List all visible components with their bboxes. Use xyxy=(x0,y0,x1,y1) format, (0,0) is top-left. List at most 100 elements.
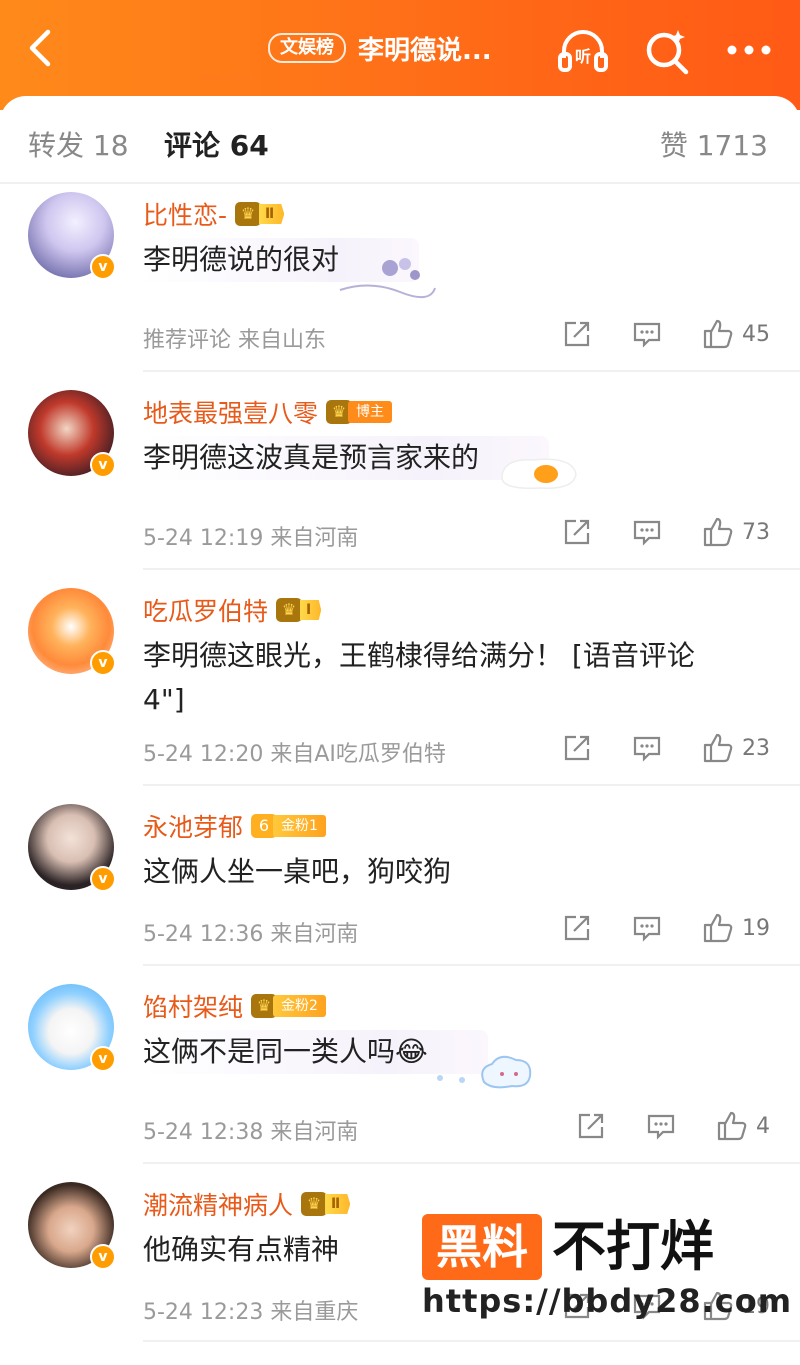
like-button[interactable]: 19 xyxy=(702,912,770,944)
top-bar: 文娱榜 李明德说... 听 xyxy=(0,0,800,110)
tab-comments[interactable]: 评论 64 xyxy=(164,124,269,164)
share-icon[interactable] xyxy=(562,517,592,547)
reply-comment-icon[interactable] xyxy=(632,517,662,547)
tab-repost[interactable]: 转发 18 xyxy=(28,124,129,164)
comment-divider xyxy=(143,1162,800,1164)
comment-meta: 5-24 12:23 来自重庆 xyxy=(143,1300,359,1325)
verified-badge-icon: v xyxy=(90,650,116,676)
like-count: 19 xyxy=(742,915,770,941)
crown-icon: ♛ xyxy=(235,202,262,226)
reply-comment-icon[interactable] xyxy=(632,733,662,763)
more-options-icon[interactable] xyxy=(722,24,776,78)
fried-egg-sticker-icon xyxy=(501,458,577,489)
comment-text: 李明德这波真是预言家来的 xyxy=(143,436,550,480)
comment-meta: 5-24 12:36 来自河南 xyxy=(143,922,359,947)
comment-divider xyxy=(143,370,800,372)
topic-tag: 文娱榜 xyxy=(268,33,346,63)
thumbs-up-icon xyxy=(703,517,733,547)
flower-sticker-icon xyxy=(339,258,436,299)
active-tab-indicator xyxy=(200,74,252,80)
tab-likes[interactable]: 赞 1713 xyxy=(660,124,768,164)
comment-actions: 19 xyxy=(562,912,770,944)
like-count: 23 xyxy=(742,735,770,761)
share-icon[interactable] xyxy=(576,1111,606,1141)
listen-headphones-icon[interactable]: 听 xyxy=(556,24,610,78)
fan-level-label: 金粉1 xyxy=(273,815,326,837)
vip-badge: ♛ Ⅱ xyxy=(301,1191,351,1217)
thumbs-up-icon xyxy=(703,733,733,763)
back-arrow-icon[interactable] xyxy=(22,26,62,70)
comment-meta: 5-24 12:19 来自河南 xyxy=(143,526,359,551)
verified-badge-icon: v xyxy=(90,1046,116,1072)
crown-icon: ♛ xyxy=(301,1192,328,1216)
like-count: 4 xyxy=(756,1113,770,1139)
watermark-box: 黑料 xyxy=(422,1214,542,1280)
vip-level: Ⅱ xyxy=(259,204,285,224)
like-button[interactable]: 4 xyxy=(716,1110,770,1142)
comment-text-line1: 李明德这眼光，王鹤棣得给满分！ [语音评论 xyxy=(143,639,695,672)
username[interactable]: 馅村架纯 xyxy=(143,988,243,1024)
like-button[interactable]: 45 xyxy=(702,318,770,350)
watermark-text: 不打烊 xyxy=(552,1215,714,1278)
thumbs-up-icon xyxy=(717,1111,747,1141)
like-button[interactable]: 73 xyxy=(702,516,770,548)
username[interactable]: 地表最强壹八零 xyxy=(143,394,318,430)
verified-badge-icon: v xyxy=(90,452,116,478)
cloud-sticker-icon xyxy=(437,1055,532,1089)
fan-badge: 6 金粉1 xyxy=(251,813,326,839)
share-icon[interactable] xyxy=(562,733,592,763)
comment-divider xyxy=(143,784,800,786)
comment-tabs: 转发 18 评论 64 赞 1713 xyxy=(0,98,800,182)
comment-actions: 23 xyxy=(562,732,770,764)
comment-item: v 比性恋- ♛ Ⅱ 李明德说的很对 推荐评论 来自山东 45 xyxy=(0,190,800,370)
comment-divider xyxy=(143,568,800,570)
reply-comment-icon[interactable] xyxy=(632,319,662,349)
comment-actions: 4 xyxy=(576,1110,770,1142)
tabs-divider xyxy=(0,182,800,184)
comment-meta: 推荐评论 来自山东 xyxy=(143,328,326,353)
comment-meta: 5-24 12:38 来自河南 xyxy=(143,1120,359,1145)
comment-item: v 地表最强壹八零 ♛ 博主 李明德这波真是预言家来的 5-24 12:19 来自… xyxy=(0,388,800,568)
fan-badge: ♛ 金粉2 xyxy=(251,993,326,1019)
thumbs-up-icon xyxy=(703,913,733,943)
comment-text-line2: 4"] xyxy=(143,683,185,716)
comment-actions: 73 xyxy=(562,516,770,548)
share-icon[interactable] xyxy=(562,319,592,349)
verified-badge-icon: v xyxy=(90,254,116,280)
header-title-group[interactable]: 文娱榜 李明德说... xyxy=(268,28,492,68)
username[interactable]: 潮流精神病人 xyxy=(143,1186,293,1222)
verified-badge-icon: v xyxy=(90,866,116,892)
verified-badge-icon: v xyxy=(90,1244,116,1270)
comment-meta: 5-24 12:20 来自AI吃瓜罗伯特 xyxy=(143,742,446,767)
vip-level: Ⅱ xyxy=(325,1194,351,1214)
like-count: 73 xyxy=(742,519,770,545)
comment-item: v 吃瓜罗伯特 ♛ Ⅰ 李明德这眼光，王鹤棣得给满分！ [语音评论 4"] 5-2… xyxy=(0,586,800,782)
search-icon[interactable] xyxy=(640,24,694,78)
username[interactable]: 吃瓜罗伯特 xyxy=(143,592,268,628)
page-title: 李明德说... xyxy=(358,35,492,66)
fan-level-label: 金粉2 xyxy=(273,995,326,1017)
comment-item: v 永池芽郁 6 金粉1 这俩人坐一桌吧，狗咬狗 5-24 12:36 来自河南 … xyxy=(0,802,800,966)
vip-badge: ♛ Ⅱ xyxy=(235,201,285,227)
comment-text: 他确实有点精神 xyxy=(143,1233,340,1266)
comment-divider xyxy=(143,1340,800,1342)
blogger-badge: 博主 xyxy=(348,401,393,423)
listen-label: 听 xyxy=(575,47,591,66)
username[interactable]: 比性恋- xyxy=(143,196,227,232)
thumbs-up-icon xyxy=(703,319,733,349)
like-button[interactable]: 23 xyxy=(702,732,770,764)
comment-actions: 45 xyxy=(562,318,770,350)
comment-item: v 馅村架纯 ♛ 金粉2 这俩不是同一类人吗😂 5-24 12:38 来自河南 4 xyxy=(0,982,800,1162)
vip-badge: ♛ Ⅰ xyxy=(276,597,322,623)
crown-icon: ♛ xyxy=(276,598,303,622)
vip-level: Ⅰ xyxy=(300,600,322,620)
watermark-url: https://bbdy28.com xyxy=(422,1282,793,1320)
share-icon[interactable] xyxy=(562,913,592,943)
username[interactable]: 永池芽郁 xyxy=(143,808,243,844)
comment-divider xyxy=(143,964,800,966)
reply-comment-icon[interactable] xyxy=(646,1111,676,1141)
like-count: 45 xyxy=(742,321,770,347)
comment-text: 这俩人坐一桌吧，狗咬狗 xyxy=(143,855,452,888)
vip-badge: ♛ 博主 xyxy=(326,399,393,425)
reply-comment-icon[interactable] xyxy=(632,913,662,943)
